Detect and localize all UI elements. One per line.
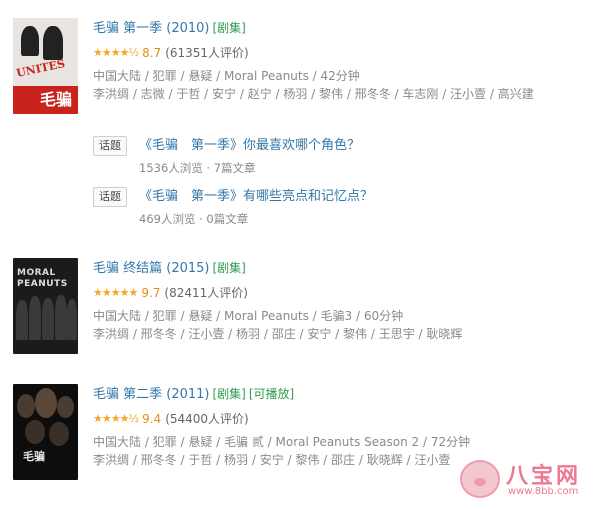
figure-shape: [42, 298, 54, 340]
playable-tag[interactable]: [可播放]: [249, 387, 294, 401]
poster-image[interactable]: MORAL PEANUTS: [13, 258, 78, 354]
face-shape: [35, 388, 57, 418]
rating-score: 9.7: [141, 286, 161, 300]
rating: ★★★★½ 8.7 (61351人评价): [93, 43, 534, 63]
cast-meta: 李洪绸 / 邢冬冬 / 汪小壹 / 杨羽 / 邵庄 / 安宁 / 黎伟 / 王思…: [93, 327, 463, 341]
star-rating-icon: ★★★★½: [93, 46, 139, 59]
poster-logo: 毛骗: [23, 450, 45, 463]
poster-text: UNITES: [15, 57, 67, 80]
result-title-link[interactable]: 毛骗 第一季 (2010): [93, 21, 210, 36]
result-info: 毛骗 第二季 (2011) [剧集] [可播放] ★★★★½ 9.4 (54400人…: [93, 384, 470, 469]
rating-count: (61351人评价): [165, 46, 249, 60]
result-title-link[interactable]: 毛骗 第二季 (2011): [93, 387, 210, 402]
face-shape: [49, 422, 69, 446]
star-rating-icon: ★★★★★: [93, 286, 138, 299]
figure-shape: [43, 26, 63, 60]
rating-score: 8.7: [142, 46, 162, 60]
rating-count: (54400人评价): [165, 412, 249, 426]
result-info: 毛骗 第一季 (2010) [剧集] ★★★★½ 8.7 (61351人评价) 中…: [93, 18, 534, 103]
genre-meta: 中国大陆 / 犯罪 / 悬疑 / 毛骗 贰 / Moral Peanuts Se…: [93, 435, 471, 449]
rating: ★★★★½ 9.4 (54400人评价): [93, 409, 470, 429]
watermark-url: www.8bb.com: [508, 486, 579, 497]
face-shape: [57, 396, 74, 418]
topic-title-link[interactable]: 《毛骗 第一季》你最喜欢哪个角色？: [139, 136, 360, 156]
topic-stats: 1536人浏览 · 7篇文章: [139, 161, 256, 175]
topic-title-link[interactable]: 《毛骗 第一季》有哪些亮点和记忆点？: [139, 187, 373, 207]
type-tag: [剧集]: [212, 21, 246, 35]
watermark: 八宝网 www.8bb.com: [460, 458, 588, 502]
rating-score: 9.4: [142, 412, 162, 426]
result-title-link[interactable]: 毛骗 终结篇 (2015): [93, 261, 210, 276]
topic-stats: 469人浏览 · 0篇文章: [139, 212, 249, 226]
cast-meta: 李洪绸 / 邢冬冬 / 于哲 / 杨羽 / 安宁 / 黎伟 / 邵庄 / 耿晓辉…: [93, 453, 451, 467]
topic-tag: 话题: [93, 136, 127, 156]
face-shape: [17, 394, 35, 418]
star-rating-icon: ★★★★½: [93, 412, 139, 425]
rating: ★★★★★ 9.7 (82411人评价): [93, 283, 462, 303]
poster-text: MORAL: [17, 268, 56, 278]
pig-mascot-icon: [460, 460, 500, 498]
result-info: 毛骗 终结篇 (2015) [剧集] ★★★★★ 9.7 (82411人评价) 中…: [93, 258, 462, 343]
poster-image[interactable]: 毛骗: [13, 384, 78, 480]
figure-shape: [16, 300, 28, 340]
poster-image[interactable]: UNITES 毛骗: [13, 18, 78, 114]
type-tag: [剧集]: [212, 387, 246, 401]
genre-meta: 中国大陆 / 犯罪 / 悬疑 / Moral Peanuts / 42分钟: [93, 69, 360, 83]
poster-text: PEANUTS: [17, 279, 68, 289]
figure-shape: [67, 299, 77, 340]
cast-meta: 李洪绸 / 志微 / 于哲 / 安宁 / 赵宁 / 杨羽 / 黎伟 / 邢冬冬 …: [93, 87, 534, 101]
figure-shape: [21, 26, 39, 56]
topic-tag: 话题: [93, 187, 127, 207]
face-shape: [25, 420, 45, 444]
rating-count: (82411人评价): [164, 286, 248, 300]
poster-logo: 毛骗: [39, 90, 72, 109]
type-tag: [剧集]: [212, 261, 246, 275]
genre-meta: 中国大陆 / 犯罪 / 悬疑 / Moral Peanuts / 毛骗3 / 6…: [93, 309, 404, 323]
figure-shape: [29, 296, 41, 340]
figure-shape: [55, 295, 67, 340]
